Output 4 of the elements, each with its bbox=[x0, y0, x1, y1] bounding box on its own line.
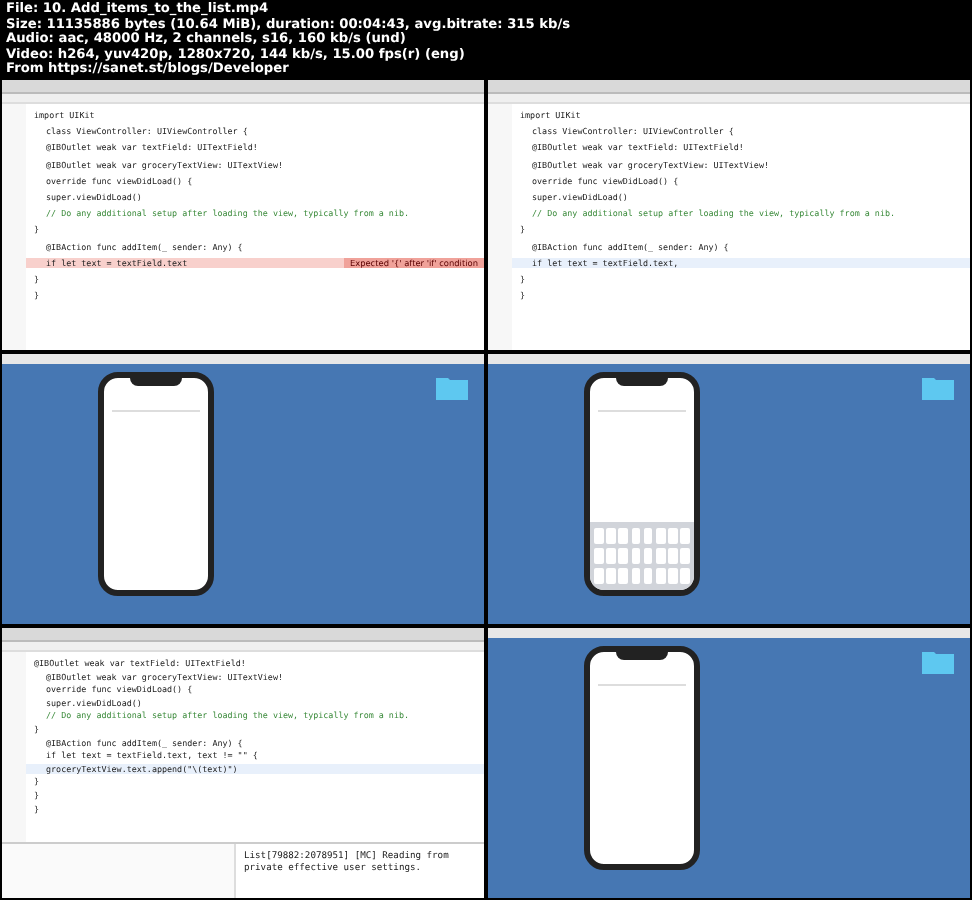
folder-icon[interactable] bbox=[922, 650, 954, 674]
folder-icon[interactable] bbox=[922, 376, 954, 400]
folder-icon[interactable] bbox=[436, 376, 468, 400]
keyboard bbox=[590, 522, 694, 590]
